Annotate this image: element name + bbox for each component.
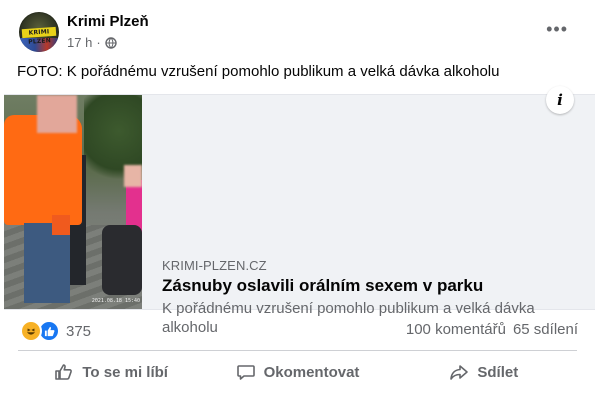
actions-divider — [18, 350, 577, 351]
more-options-icon[interactable]: ••• — [546, 20, 568, 38]
avatar-logo-text: KRIMI PLZEŇ — [21, 26, 57, 46]
comments-count[interactable]: 100 komentářů — [406, 321, 506, 338]
photo-timestamp: 2021.08.18 15:40 — [91, 298, 140, 304]
link-domain: KRIMI-PLZEN.CZ — [162, 258, 267, 273]
page-name-link[interactable]: Krimi Plzeň — [67, 13, 149, 30]
thumbs-up-icon — [55, 364, 73, 380]
page-avatar[interactable]: KRIMI PLZEŇ — [19, 12, 59, 52]
photo-blurred-face — [37, 95, 77, 133]
like-button-label: To se mi líbí — [82, 363, 168, 381]
post-text: FOTO: K pořádnému vzrušení pomohlo publi… — [17, 63, 500, 80]
comment-button[interactable]: Okomentovat — [204, 352, 390, 392]
comment-icon — [236, 365, 255, 380]
info-icon[interactable]: i — [546, 86, 574, 114]
photo-blurred-face — [124, 165, 142, 187]
globe-icon — [104, 36, 117, 49]
meta-separator: · — [96, 35, 101, 50]
post-time[interactable]: 17 h — [67, 35, 92, 50]
post-meta: 17 h · — [67, 35, 117, 50]
post-stats: 100 komentářů 65 sdílení — [406, 321, 578, 338]
like-button[interactable]: To se mi líbí — [18, 352, 204, 392]
share-button-label: Sdílet — [477, 363, 519, 381]
photo-censor-block — [52, 215, 70, 235]
comment-button-label: Okomentovat — [263, 363, 360, 381]
share-button[interactable]: Sdílet — [391, 352, 577, 392]
share-icon — [450, 365, 469, 380]
reactions-summary[interactable]: 375 — [20, 320, 91, 342]
link-title[interactable]: Zásnuby oslavili orálním sexem v parku — [162, 276, 483, 296]
link-preview-image[interactable]: 2021.08.18 15:40 — [4, 95, 142, 309]
shares-count[interactable]: 65 sdílení — [513, 321, 578, 338]
photo-jeans — [24, 223, 70, 303]
link-preview-card[interactable]: 2021.08.18 15:40 KRIMI-PLZEN.CZ Zásnuby … — [4, 94, 595, 336]
haha-icon — [20, 320, 42, 342]
post-actions-bar: To se mi líbí Okomentovat Sdílet — [18, 352, 577, 392]
reaction-count[interactable]: 375 — [66, 323, 91, 340]
photo-bag — [102, 225, 142, 295]
